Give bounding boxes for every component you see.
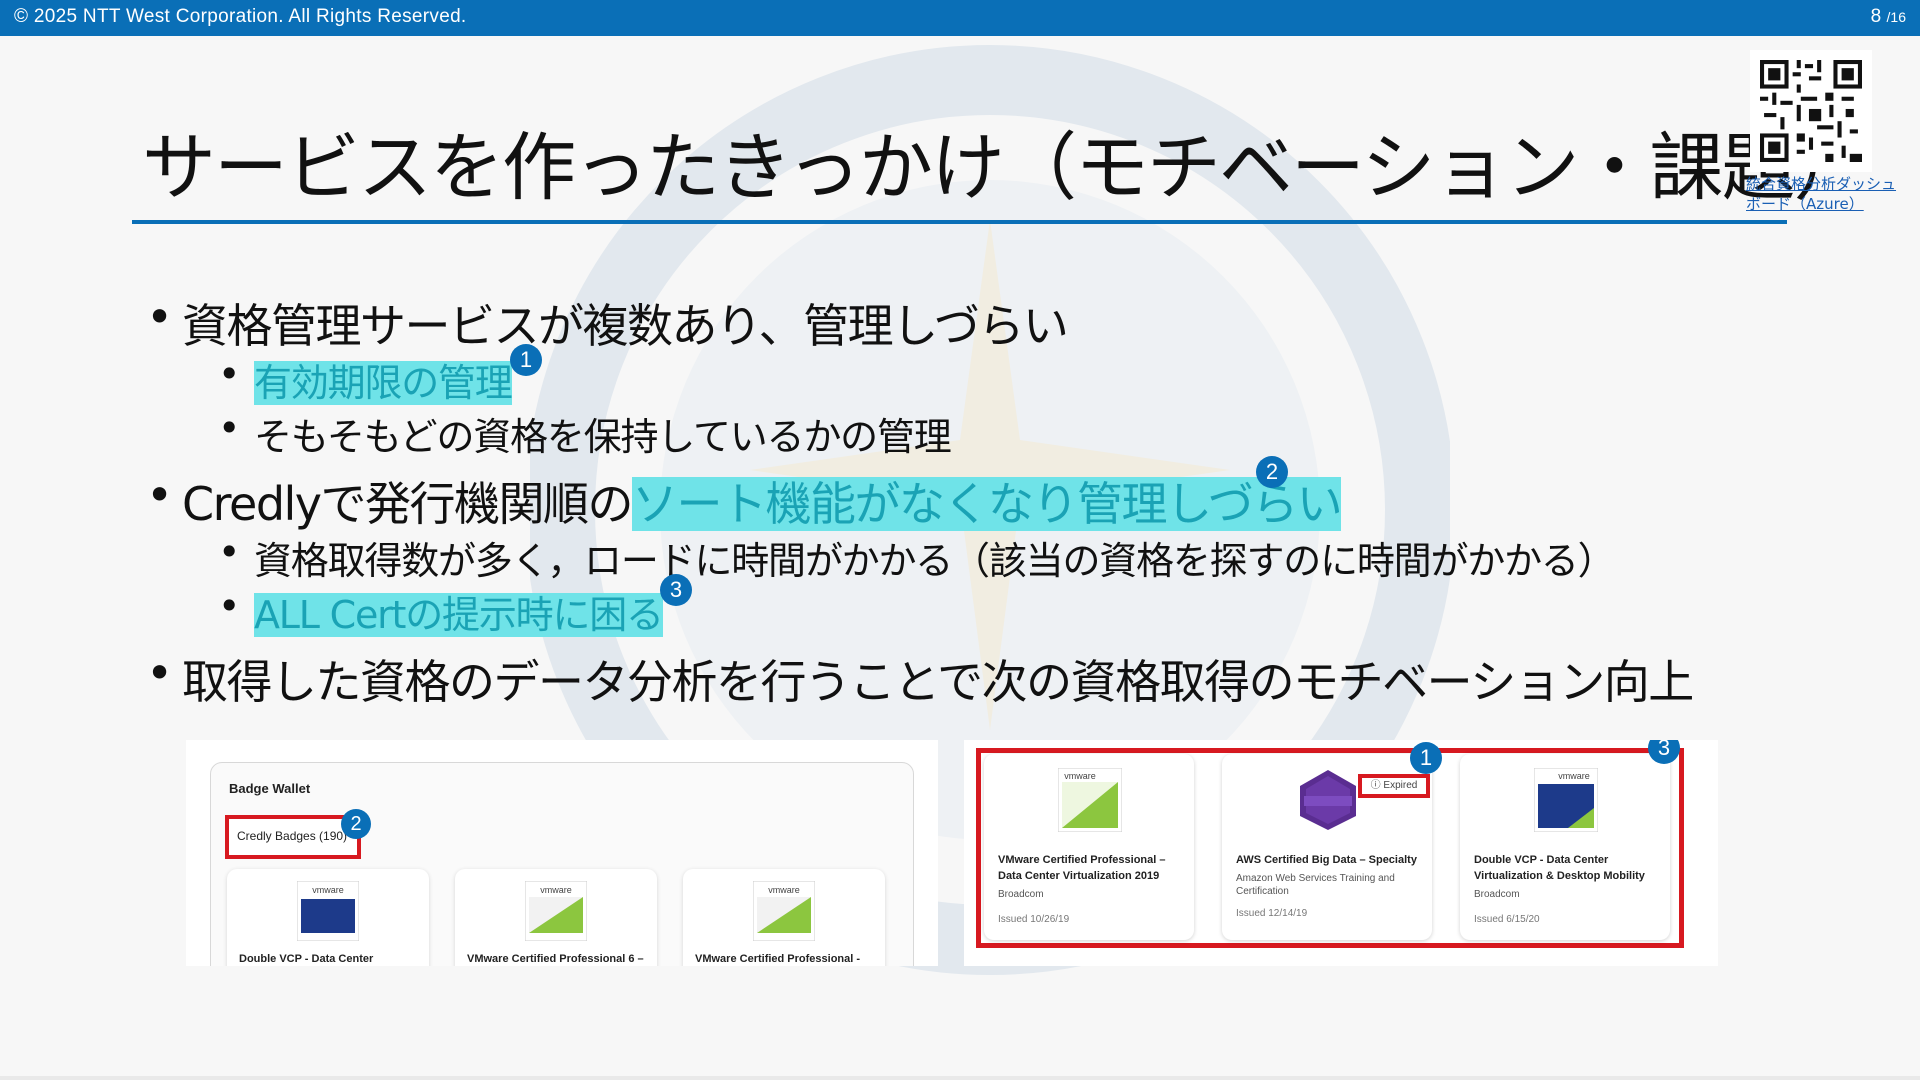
svg-text:vmware: vmware [540,885,572,895]
svg-text:vmware: vmware [312,885,344,895]
bullet-dot: • [218,584,240,628]
cert-card-name: VMware Certified Professional – Data Cen… [998,854,1166,882]
callout-badge-1: 1 [510,344,542,376]
footer-line [0,1076,1920,1080]
cert-card[interactable]: ⓘ Expired AWS Certified Big Data – Speci… [1222,754,1432,940]
copyright-text: © 2025 NTT West Corporation. All Rights … [14,6,467,27]
wallet-card-label: Double VCP - Data Center [239,953,374,965]
bullet-1-1-text: 有効期限の管理 [254,361,513,405]
bullet-2-1: • 資格取得数が多く，ロードに時間がかかる（該当の資格を探すのに時間がかかる） [218,530,1616,585]
cert-card-name: Double VCP - Data Center Virtualization … [1474,854,1645,882]
cert-card-issuer: Broadcom [998,889,1044,900]
certification-cards-screenshot: vmware VMware Certified Professional – D… [964,740,1718,966]
vmware-badge-icon: vmware [525,881,587,941]
wallet-card[interactable]: vmware VMware Certified Professional 6 – [455,869,657,966]
callout-badge-2-screenshot: 2 [341,809,371,839]
bullet-dot: • [146,290,173,344]
bullet-2-2: • ALL Certの提示時に困る 3 [218,574,692,639]
aws-badge-icon [1300,770,1356,830]
cert-card-issuer: Amazon Web Services Training and Certifi… [1236,873,1395,897]
bullet-2-2-text: ALL Certの提示時に困る [254,593,664,637]
badge-wallet-screenshot: Badge Wallet Credly Badges (190) 2 vmwar… [186,740,938,966]
bullet-2: • Credlyで発行機関順のソート機能がなくなり管理しづらい 2 [146,456,1343,534]
callout-badge-3: 3 [660,574,692,606]
svg-text:vmware: vmware [1064,771,1096,781]
page-current: 8 [1870,6,1882,27]
bullet-dot: • [218,530,240,574]
page-number: 8 /16 [1871,6,1906,28]
dashboard-link[interactable]: 統合資格分析ダッシュボード（Azure） [1746,174,1896,214]
wallet-title: Badge Wallet [229,781,311,796]
badge-wallet-panel: Badge Wallet Credly Badges (190) 2 vmwar… [210,762,914,966]
bullet-3-text: 取得した資格のデータ分析を行うことで次の資格取得のモチベーション向上 [182,655,1694,709]
bullet-dot: • [146,468,173,522]
cert-card-issued: Issued 12/14/19 [1236,908,1308,919]
vmware-badge-icon: vmware [1058,768,1122,832]
bullet-2-highlight: ソート機能がなくなり管理しづらい [632,477,1343,531]
bullet-dot: • [218,406,240,450]
vmware-badge-icon: vmware [297,881,359,941]
cert-card[interactable]: vmware Double VCP - Data Center Virtuali… [1460,754,1670,940]
bullet-2-prefix: Credlyで発行機関順の [182,477,634,531]
bullet-dot: • [218,352,240,396]
wallet-card[interactable]: vmware VMware Certified Professional - [683,869,885,966]
cert-card-name: AWS Certified Big Data – Specialty [1236,854,1417,866]
header-bar: © 2025 NTT West Corporation. All Rights … [0,0,1920,36]
cert-card-issued: Issued 6/15/20 [1474,914,1540,925]
qr-code[interactable] [1750,50,1872,172]
expired-tag: ⓘ Expired [1358,774,1430,798]
bullet-1-2: • そもそもどの資格を保持しているかの管理 [218,406,952,461]
wallet-card-label: VMware Certified Professional 6 – [467,953,644,965]
bullet-1: • 資格管理サービスが複数あり、管理しづらい [146,290,1069,356]
cert-card[interactable]: vmware VMware Certified Professional – D… [984,754,1194,940]
slide-title: サービスを作ったきっかけ（モチベーション・課題） [142,125,1868,211]
title-underline [132,220,1787,224]
wallet-card[interactable]: vmware Double VCP - Data Center [227,869,429,966]
bullet-2-1-text: 資格取得数が多く，ロードに時間がかかる（該当の資格を探すのに時間がかかる） [254,539,1616,583]
bullet-1-1: • 有効期限の管理 1 [218,344,542,407]
callout-badge-2: 2 [1256,456,1288,488]
bullet-1-2-text: そもそもどの資格を保持しているかの管理 [254,415,952,459]
cert-card-issued: Issued 10/26/19 [998,914,1070,925]
wallet-card-label: VMware Certified Professional - [695,953,861,965]
callout-badge-1-screenshot: 1 [1410,742,1442,774]
bullet-3: • 取得した資格のデータ分析を行うことで次の資格取得のモチベーション向上 [146,646,1694,712]
bullet-1-text: 資格管理サービスが複数あり、管理しづらい [182,299,1069,353]
vmware-badge-icon: vmware [753,881,815,941]
svg-text:vmware: vmware [768,885,800,895]
svg-text:vmware: vmware [1558,771,1590,781]
bullet-dot: • [146,646,173,700]
vmware-badge-icon: vmware [1534,768,1598,832]
qr-code-icon [1760,60,1862,162]
cert-card-issuer: Broadcom [1474,889,1520,900]
page-total: /16 [1886,9,1906,25]
